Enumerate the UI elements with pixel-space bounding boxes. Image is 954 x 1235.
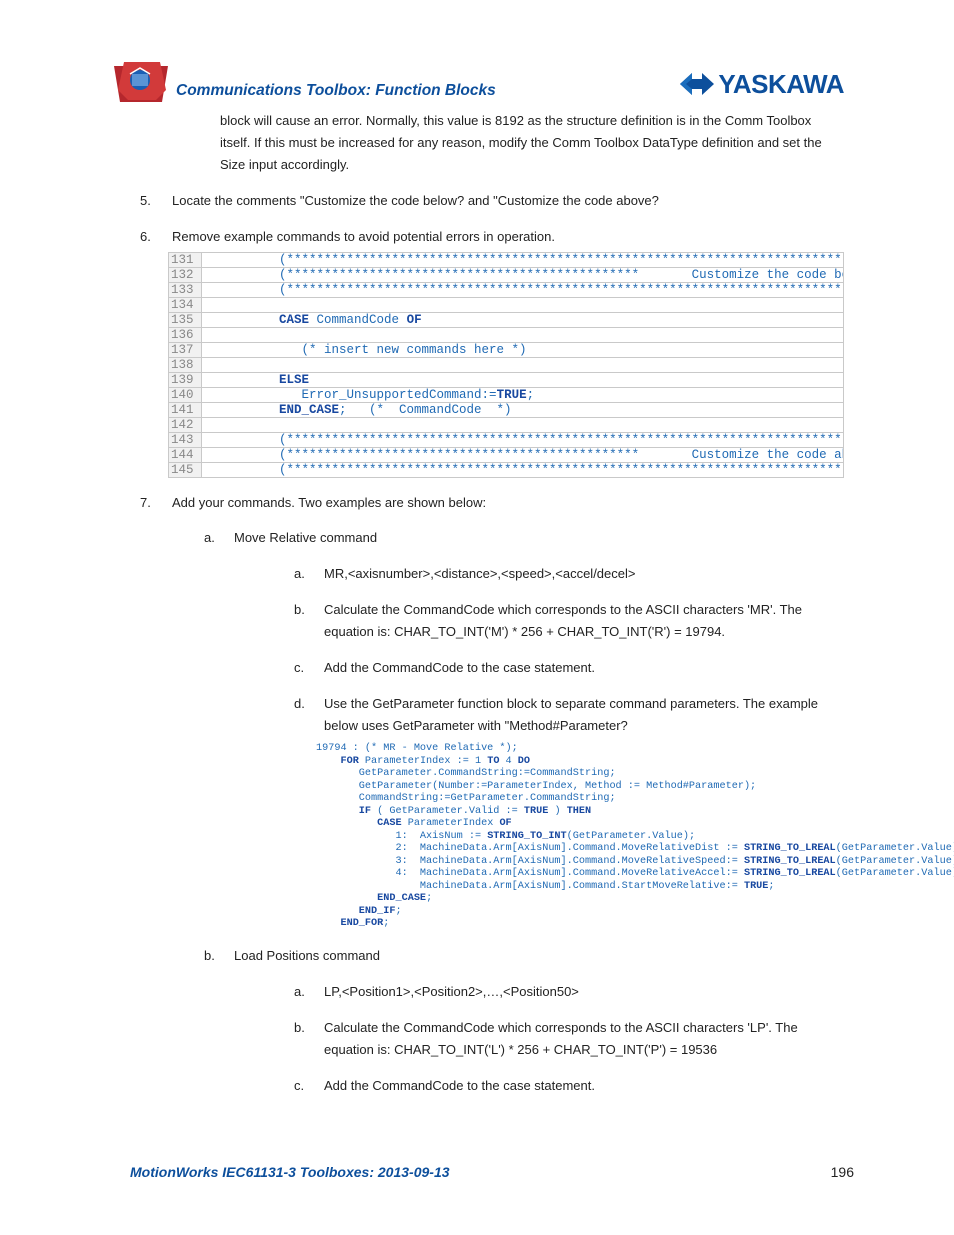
sub-item-a: a. Move Relative command a.MR,<axisnumbe… [204, 527, 844, 931]
brand-text: YASKAWA [718, 62, 844, 106]
list-text: Locate the comments "Customize the code … [172, 193, 659, 208]
sub-sub-b: b.Calculate the CommandCode which corres… [294, 599, 844, 643]
brand-logo: YASKAWA [680, 62, 844, 106]
list-number: 6. [140, 226, 151, 248]
sub-sub-d: d.Use the GetParameter function block to… [294, 693, 844, 931]
page-footer: MotionWorks IEC61131-3 Toolboxes: 2013-0… [130, 1161, 854, 1185]
list-text: Add your commands. Two examples are show… [172, 495, 486, 510]
list-number: 5. [140, 190, 151, 212]
badge-icon [110, 60, 172, 106]
page-title: Communications Toolbox: Function Blocks [176, 78, 496, 106]
alpha-marker: b. [204, 945, 215, 967]
list-item-6: 6. Remove example commands to avoid pote… [140, 226, 844, 478]
sub-title: Load Positions command [234, 948, 380, 963]
alpha-marker: a. [204, 527, 215, 549]
sub-sub-a: a.MR,<axisnumber>,<distance>,<speed>,<ac… [294, 563, 844, 585]
code-block-mr: 19794 : (* MR - Move Relative *); FOR Pa… [316, 743, 844, 931]
sub-title: Move Relative command [234, 530, 377, 545]
intro-paragraph: block will cause an error. Normally, thi… [110, 110, 844, 176]
list-item-7: 7. Add your commands. Two examples are s… [140, 492, 844, 1097]
code-block-customize: 131 (***********************************… [168, 252, 844, 478]
sub-sub-c: c.Add the CommandCode to the case statem… [294, 657, 844, 679]
list-text: Remove example commands to avoid potenti… [172, 229, 555, 244]
sub-item-b: b. Load Positions command a.LP,<Position… [204, 945, 844, 1097]
sub-sub-b: b.Calculate the CommandCode which corres… [294, 1017, 844, 1061]
page-number: 196 [831, 1161, 854, 1185]
page-header: Communications Toolbox: Function Blocks … [110, 60, 844, 106]
sub-sub-a: a.LP,<Position1>,<Position2>,…,<Position… [294, 981, 844, 1003]
sub-sub-c: c.Add the CommandCode to the case statem… [294, 1075, 844, 1097]
list-item-5: 5. Locate the comments "Customize the co… [140, 190, 844, 212]
footer-text: MotionWorks IEC61131-3 Toolboxes: 2013-0… [130, 1161, 450, 1185]
list-number: 7. [140, 492, 151, 514]
